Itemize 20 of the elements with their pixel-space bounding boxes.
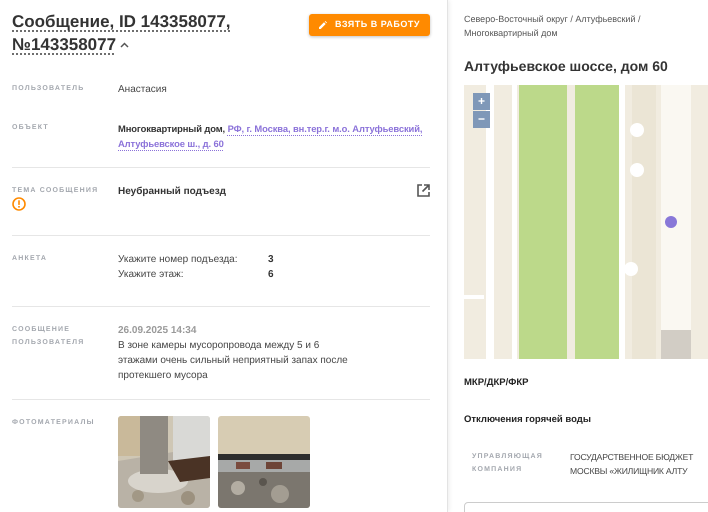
building-title: Алтуфьевское шоссе, дом 60 bbox=[464, 57, 669, 76]
message-title: Сообщение, ID 143358077, bbox=[12, 11, 231, 33]
take-to-work-button[interactable]: ВЗЯТЬ В РАБОТУ bbox=[308, 14, 430, 36]
breadcrumb: Северо-Восточный округ / Алтуфьевский / Многоквартирный дом bbox=[464, 13, 642, 40]
field-value: Анастасия bbox=[118, 83, 168, 97]
message-text: В зоне камеры мусоропровода между 5 и 6 этажами очень сильный неприятный запах после протекшего мусора bbox=[118, 339, 348, 383]
object-address: Многоквартирный дом, РФ, г. Москва, вн.тер.г. м.о. Алтуфьевский, Алтуфьевское ш., д. 60 bbox=[118, 122, 424, 151]
company-name: ГОСУДАРСТВЕННОЕ БЮДЖЕТ bbox=[570, 450, 694, 464]
section-title: МКР/ДКР/ФКР bbox=[464, 376, 530, 390]
message-number: №143358077 bbox=[12, 34, 116, 56]
company-name: МОСКВЫ «ЖИЛИЩНИК АЛТУ bbox=[570, 464, 688, 478]
survey-answer: 6 bbox=[268, 268, 274, 282]
zoom-out-button[interactable]: − bbox=[473, 111, 490, 128]
survey-question: Укажите этаж: bbox=[118, 268, 185, 282]
zoom-in-button[interactable]: + bbox=[473, 93, 490, 110]
survey-answer: 3 bbox=[268, 253, 274, 267]
message-date: 26.09.2025 14:34 bbox=[118, 324, 198, 338]
section-title: Отключения горячей воды bbox=[464, 413, 592, 428]
topic-value: Неубранный подъезд bbox=[118, 185, 226, 199]
survey-question: Укажите номер подъезда: bbox=[118, 253, 239, 267]
